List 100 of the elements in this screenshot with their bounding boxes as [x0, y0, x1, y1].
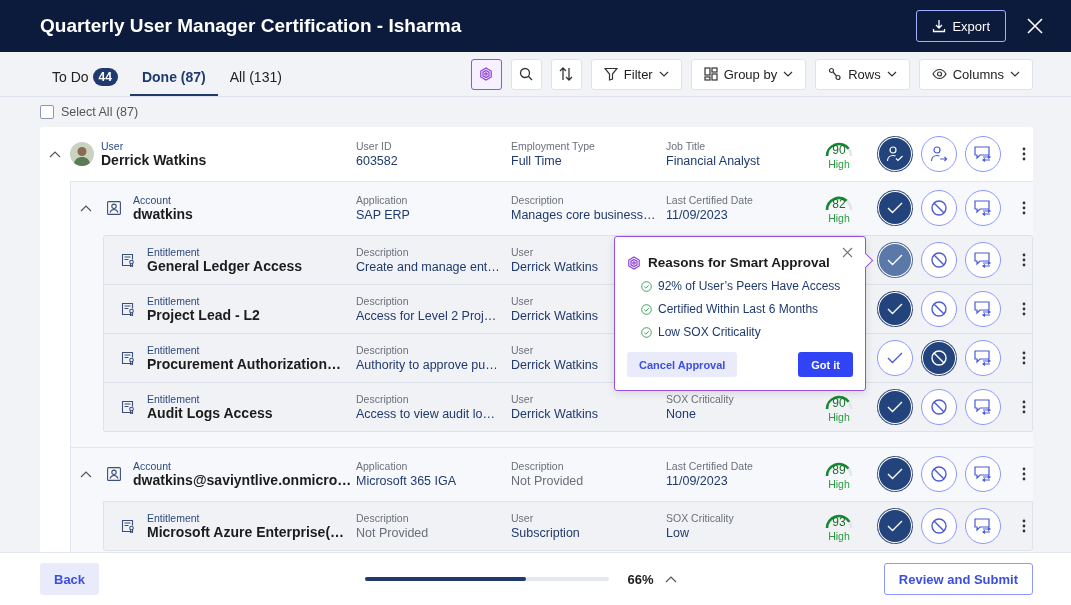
check-circle-icon	[641, 303, 652, 315]
row-name: Derrick Watkins	[101, 152, 207, 168]
approve-button[interactable]	[877, 190, 913, 226]
field-value: Not Provided	[356, 526, 429, 540]
consult-button[interactable]	[965, 340, 1001, 376]
field-value: Not Provided	[511, 474, 584, 488]
tab[interactable]: To Do 44	[40, 52, 130, 96]
menu-button[interactable]: Rows	[815, 58, 910, 90]
check-icon	[887, 303, 903, 315]
rating-label: High	[828, 157, 850, 170]
menu-button[interactable]: Group by	[690, 58, 807, 90]
popover-title: Reasons for Smart Approval	[648, 255, 831, 270]
hexagon-icon	[479, 67, 494, 81]
more-icon[interactable]	[1022, 302, 1026, 316]
field-value: Access for Level 2 Proj…	[356, 309, 497, 323]
chat-icon	[974, 518, 992, 534]
more-icon[interactable]	[1022, 351, 1026, 365]
select-all-label: Select All (87)	[61, 105, 139, 119]
field-value: 11/09/2023	[666, 208, 728, 222]
check-circle-icon	[641, 280, 652, 292]
block-icon	[931, 350, 947, 366]
account-icon	[107, 201, 121, 215]
score-value: 89	[832, 461, 846, 477]
more-icon[interactable]	[1022, 147, 1026, 161]
more-icon[interactable]	[1022, 253, 1026, 267]
score-value: 82	[832, 195, 846, 211]
sort-icon	[559, 67, 574, 81]
check-icon	[887, 401, 903, 413]
revoke-button[interactable]	[921, 389, 957, 425]
field-value: Full Time	[511, 154, 562, 168]
approve-button[interactable]	[877, 242, 913, 278]
grid-icon	[703, 67, 718, 81]
field-label: User	[511, 295, 534, 307]
field-value: Create and manage ent…	[356, 260, 500, 274]
approve-button[interactable]	[877, 136, 913, 172]
row-name: Procurement Authorization…	[147, 356, 341, 372]
back-button[interactable]: Back	[40, 563, 100, 595]
reassign-button[interactable]	[921, 136, 957, 172]
field-value: 11/09/2023	[666, 474, 728, 488]
revoke-button[interactable]	[921, 190, 957, 226]
field-value: Manages core business…	[511, 208, 656, 222]
row-type-label: Account	[133, 460, 171, 472]
revoke-button[interactable]	[921, 291, 957, 327]
approve-button[interactable]	[877, 456, 913, 492]
sort-button[interactable]	[550, 58, 582, 90]
row-type-label: Entitlement	[147, 246, 200, 258]
certificate-icon	[121, 253, 135, 267]
field-value: Low	[666, 526, 689, 540]
revoke-button[interactable]	[921, 340, 957, 376]
field-label: Job Title	[666, 140, 706, 152]
caret-icon	[658, 71, 669, 77]
field-label: Last Certified Date	[666, 194, 753, 206]
certificate-icon	[121, 400, 135, 414]
reason-text: Low SOX Criticality	[658, 325, 761, 339]
window-title: Quarterly User Manager Certification - Isharma	[40, 15, 463, 37]
chat-icon	[974, 301, 992, 317]
consult-button[interactable]	[965, 456, 1001, 492]
approve-button[interactable]	[877, 389, 913, 425]
menu-button[interactable]: Filter	[590, 58, 682, 90]
more-icon[interactable]	[1022, 400, 1026, 414]
chat-icon	[974, 399, 992, 415]
cancel-approval-button[interactable]: Cancel Approval	[627, 352, 738, 377]
got-it-button[interactable]: Got it	[798, 352, 853, 377]
smart-button[interactable]	[470, 58, 502, 90]
consult-button[interactable]	[965, 389, 1001, 425]
checkbox[interactable]	[40, 105, 54, 119]
tab[interactable]: All (131)	[217, 52, 294, 96]
revoke-button[interactable]	[921, 508, 957, 544]
menu-button[interactable]: Columns	[918, 58, 1033, 90]
block-icon	[931, 252, 947, 268]
consult-button[interactable]	[965, 242, 1001, 278]
export-button[interactable]: Export	[916, 10, 1006, 42]
field-value: Derrick Watkins	[511, 309, 599, 323]
field-label: Description	[356, 246, 409, 258]
field-label: Description	[511, 460, 564, 472]
consult-button[interactable]	[965, 508, 1001, 544]
more-icon[interactable]	[1022, 519, 1026, 533]
field-label: User	[511, 393, 534, 405]
consult-button[interactable]	[965, 136, 1001, 172]
chevron-icon[interactable]	[49, 150, 61, 158]
approve-button[interactable]	[877, 508, 913, 544]
hexagon-icon	[627, 255, 641, 270]
review-submit-button[interactable]: Review and Submit	[883, 563, 1033, 595]
consult-button[interactable]	[965, 291, 1001, 327]
revoke-button[interactable]	[921, 242, 957, 278]
chevron-icon[interactable]	[80, 470, 92, 478]
tab[interactable]: Done (87)	[129, 52, 218, 96]
score-value: 90	[832, 394, 846, 410]
revoke-button[interactable]	[921, 456, 957, 492]
more-icon[interactable]	[1022, 467, 1026, 481]
more-icon[interactable]	[1022, 201, 1026, 215]
chevron-icon[interactable]	[665, 575, 678, 583]
consult-button[interactable]	[965, 190, 1001, 226]
search-button[interactable]	[510, 58, 542, 90]
check-icon	[887, 520, 903, 532]
block-icon	[931, 399, 947, 415]
approve-button[interactable]	[877, 291, 913, 327]
field-value: Microsoft 365 IGA	[356, 474, 457, 488]
chevron-icon[interactable]	[80, 204, 92, 212]
field-label: Application	[356, 460, 408, 472]
